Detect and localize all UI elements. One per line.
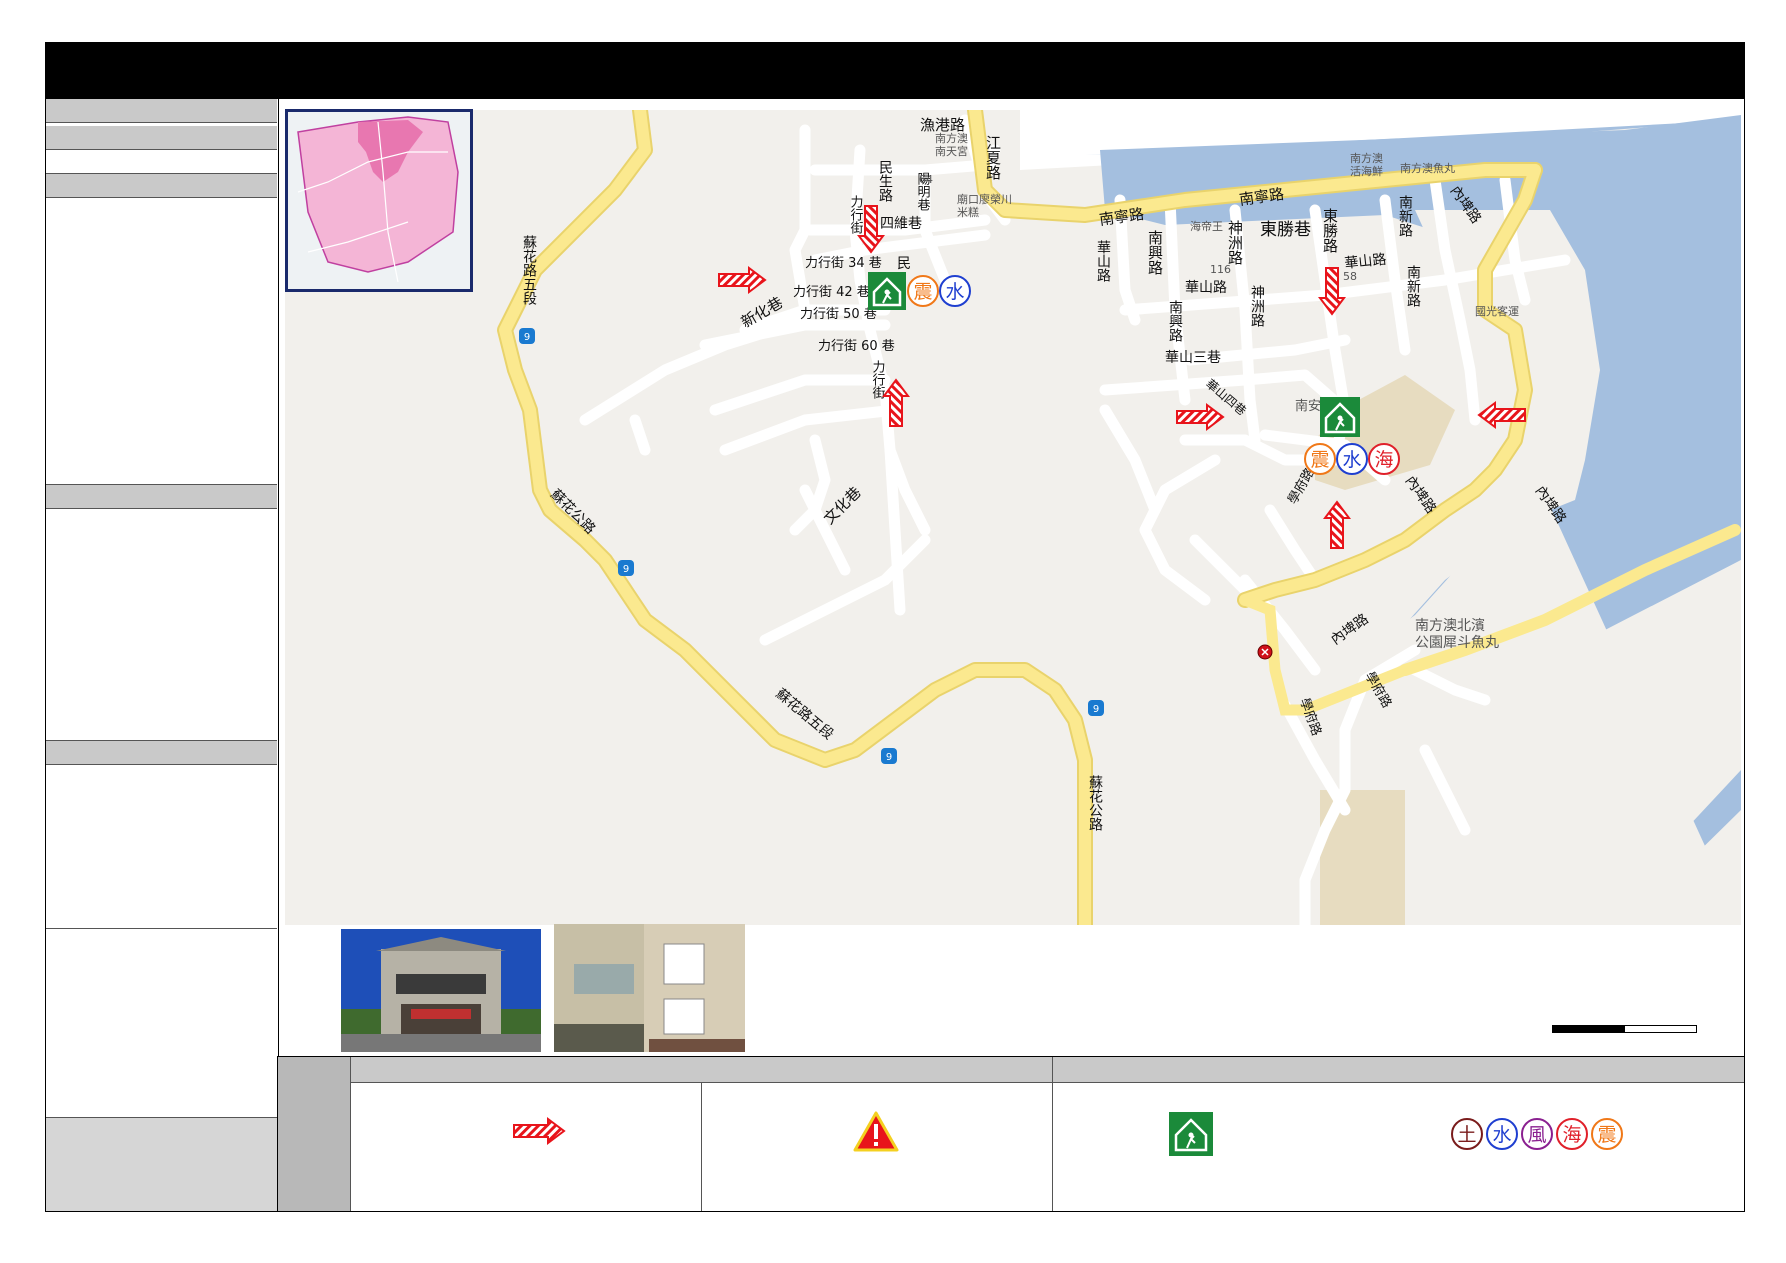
shelter-a-badge-2: 水: [945, 281, 964, 303]
road-label-dongsheng-xiang: 東勝巷: [1260, 220, 1311, 240]
title-bar: [46, 43, 1744, 99]
poi-haidiwang: 海帝王: [1190, 219, 1223, 233]
street-map[interactable]: 9 9 9 9 漁港路 江夏路 南寧路 南寧路 東勝巷 東勝路 神洲路 神洲路 …: [285, 110, 1741, 925]
shelter-b-badge-3: 海: [1374, 449, 1393, 471]
road-label-suhua-4: 蘇花公路: [1087, 775, 1103, 831]
poi-nanfangao-yuwan: 南方澳魚丸: [1400, 161, 1455, 175]
road-label-lixing-50: 力行街 50 巷: [800, 307, 877, 322]
road-label-jiangxia: 江夏路: [984, 135, 1002, 180]
shelter-b-badge-2: 水: [1342, 449, 1361, 471]
road-label-lixing-42: 力行街 42 巷: [793, 285, 870, 300]
location-marker: [1257, 644, 1273, 660]
sidebar-row-2: [46, 123, 277, 124]
legend-badge-land: 土: [1457, 1124, 1476, 1146]
road-label-lixing-jie-1: 力行街: [848, 195, 864, 234]
poi-64: 64: [919, 173, 933, 186]
highway-shield-label-4: 9: [1093, 704, 1099, 715]
poi-nantian: 南方澳南天宮: [935, 131, 968, 158]
highway-shield-label-2: 9: [623, 564, 629, 575]
road-label-suhua-1: 蘇花路五段: [521, 235, 537, 305]
shelter-b-photo: [554, 924, 745, 1052]
poi-nanan: 南安: [1295, 398, 1321, 414]
road-label-nanxing-2: 南興路: [1167, 300, 1183, 342]
sidebar-row-3: [46, 126, 277, 150]
legend-shelter-icon: [1169, 1112, 1213, 1156]
shelter-a-photo-art: [341, 929, 541, 1052]
road-label-huashan-sanxiang: 華山三巷: [1165, 350, 1221, 366]
road-label-siwei: 四維巷: [880, 216, 922, 232]
road-label-min: 民: [897, 256, 911, 272]
highway-shields: 9 9 9 9: [519, 328, 1104, 764]
shelter-a-photo: [341, 929, 541, 1052]
legend-badge-earthquake: 震: [1597, 1124, 1616, 1146]
road-label-dongsheng-lu: 東勝路: [1321, 208, 1339, 253]
evac-arrow-5: [1176, 403, 1225, 431]
legend-hazard-badges: 土 水 風 海 震: [1450, 1117, 1630, 1151]
sidebar-block-3: [46, 765, 277, 929]
legend-badge-wind: 風: [1527, 1124, 1546, 1146]
road-label-lixing-jie-2: 力行街: [870, 360, 886, 399]
legend-badge-water: 水: [1492, 1124, 1511, 1146]
sidebar-row-1: [46, 99, 277, 123]
road-label-huashan-3: 華山路: [1344, 252, 1387, 272]
poi-58: 58: [1343, 270, 1357, 283]
road-label-shenzhou-1: 神洲路: [1226, 220, 1244, 265]
shelter-b-photo-art: [554, 924, 745, 1052]
info-sidebar: [46, 99, 279, 1211]
highway-shield-label-3: 9: [886, 752, 892, 763]
road-label-minsheng: 民生路: [877, 160, 893, 202]
overview-inset-map[interactable]: [285, 109, 473, 292]
road-label-huashan-2: 華山路: [1185, 280, 1227, 296]
evac-arrow-1: [718, 266, 767, 294]
road-label-nanxin-2: 南新路: [1405, 265, 1421, 307]
road-label-nanxing-1: 南興路: [1146, 230, 1164, 275]
shelter-a-badge-1: 震: [913, 281, 932, 303]
sidebar-block-4: [46, 929, 277, 1118]
poi-116: 116: [1210, 263, 1231, 276]
sidebar-row-4: [46, 150, 277, 174]
overview-inset-canvas: [288, 112, 470, 289]
sidebar-row-6: [46, 485, 277, 509]
road-label-shenzhou-2: 神洲路: [1249, 285, 1265, 327]
sidebar-row-7: [46, 741, 277, 765]
poi-nanfangao-huohai: 南方澳活海鮮: [1350, 151, 1383, 178]
shelter-a[interactable]: 震 水: [868, 272, 971, 310]
legend-badge-sea: 海: [1562, 1124, 1581, 1146]
shelter-a-badges: 震 水: [907, 275, 971, 307]
shelter-b-badge-1: 震: [1310, 449, 1329, 471]
map-scale-bar: [1552, 1025, 1697, 1033]
road-label-lixing-34: 力行街 34 巷: [805, 256, 882, 271]
street-map-canvas: 9 9 9 9 漁港路 江夏路 南寧路 南寧路 東勝巷 東勝路 神洲路 神洲路 …: [497, 110, 1741, 925]
legend-evac-arrow-icon: [513, 1117, 566, 1145]
sidebar-block-1: [46, 198, 277, 485]
shelter-b-badges: 震 水 海: [1304, 443, 1400, 475]
road-label-neipi-2: 內埤路: [1402, 473, 1439, 517]
road-label-huashan-1: 華山路: [1095, 240, 1111, 282]
poi-guoguang: 國光客運: [1475, 304, 1519, 318]
road-label-nanxin-1: 南新路: [1397, 195, 1413, 237]
sidebar-block-2: [46, 509, 277, 741]
legend-warning-icon: [853, 1111, 899, 1152]
sidebar-row-5: [46, 174, 277, 198]
sidebar-footer: [46, 1118, 277, 1211]
evac-arrow-7: [1323, 500, 1351, 549]
highway-shield-label-1: 9: [524, 332, 530, 343]
road-label-lixing-60: 力行街 60 巷: [818, 339, 895, 354]
